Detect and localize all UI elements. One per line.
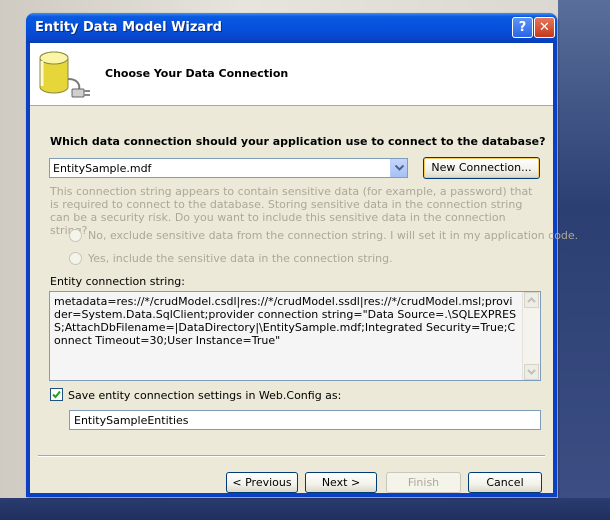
wizard-window: Entity Data Model Wizard ? ✕ Choose Your… [26,13,578,497]
next-button[interactable]: Next > [305,472,377,493]
page-title: Choose Your Data Connection [105,67,289,80]
include-sensitive-label: Yes, include the sensitive data in the c… [88,252,393,265]
exclude-sensitive-radio[interactable] [69,229,82,242]
database-plug-icon [39,51,90,98]
exclude-sensitive-label: No, exclude sensitive data from the conn… [88,229,579,242]
help-icon: ? [518,20,527,35]
connection-scrollbar[interactable] [522,292,540,380]
finish-button[interactable]: Finish [386,472,461,493]
entity-connection-label: Entity connection string: [50,275,185,288]
desktop-taskbar-edge [0,498,610,520]
close-button[interactable]: ✕ [534,17,555,38]
previous-button[interactable]: < Previous [226,472,298,493]
connection-question: Which data connection should your applic… [50,135,546,148]
dropdown-arrow-button[interactable] [390,159,407,177]
chevron-up-icon [527,297,536,303]
window-title: Entity Data Model Wizard [35,20,222,35]
save-settings-label: Save entity connection settings in Web.C… [68,389,342,402]
desktop-background-right [558,0,610,520]
entity-connection-textbox[interactable]: metadata=res://*/crudModel.csdl|res://*/… [49,291,541,381]
entity-name-value: EntitySampleEntities [74,414,189,427]
save-settings-checkbox[interactable] [50,388,63,401]
data-connection-dropdown[interactable]: EntitySample.mdf [49,158,408,178]
cancel-button[interactable]: Cancel [468,472,542,493]
checkmark-icon [52,390,61,399]
footer-divider [38,455,545,457]
data-connection-value: EntitySample.mdf [53,162,152,175]
include-sensitive-radio[interactable] [69,252,82,265]
scroll-up-button[interactable] [524,292,539,308]
title-bar[interactable]: Entity Data Model Wizard ? ✕ [26,13,557,43]
new-connection-button[interactable]: New Connection... [423,157,540,179]
scroll-down-button[interactable] [524,364,539,380]
chevron-down-icon [527,369,536,375]
help-button[interactable]: ? [512,17,533,38]
entity-connection-value: metadata=res://*/crudModel.csdl|res://*/… [54,295,517,347]
wizard-header: Choose Your Data Connection [30,43,553,106]
wizard-body: Choose Your Data Connection Which data c… [30,43,578,493]
chevron-down-icon [395,165,404,171]
entity-name-input[interactable]: EntitySampleEntities [69,410,541,430]
close-icon: ✕ [539,20,550,35]
